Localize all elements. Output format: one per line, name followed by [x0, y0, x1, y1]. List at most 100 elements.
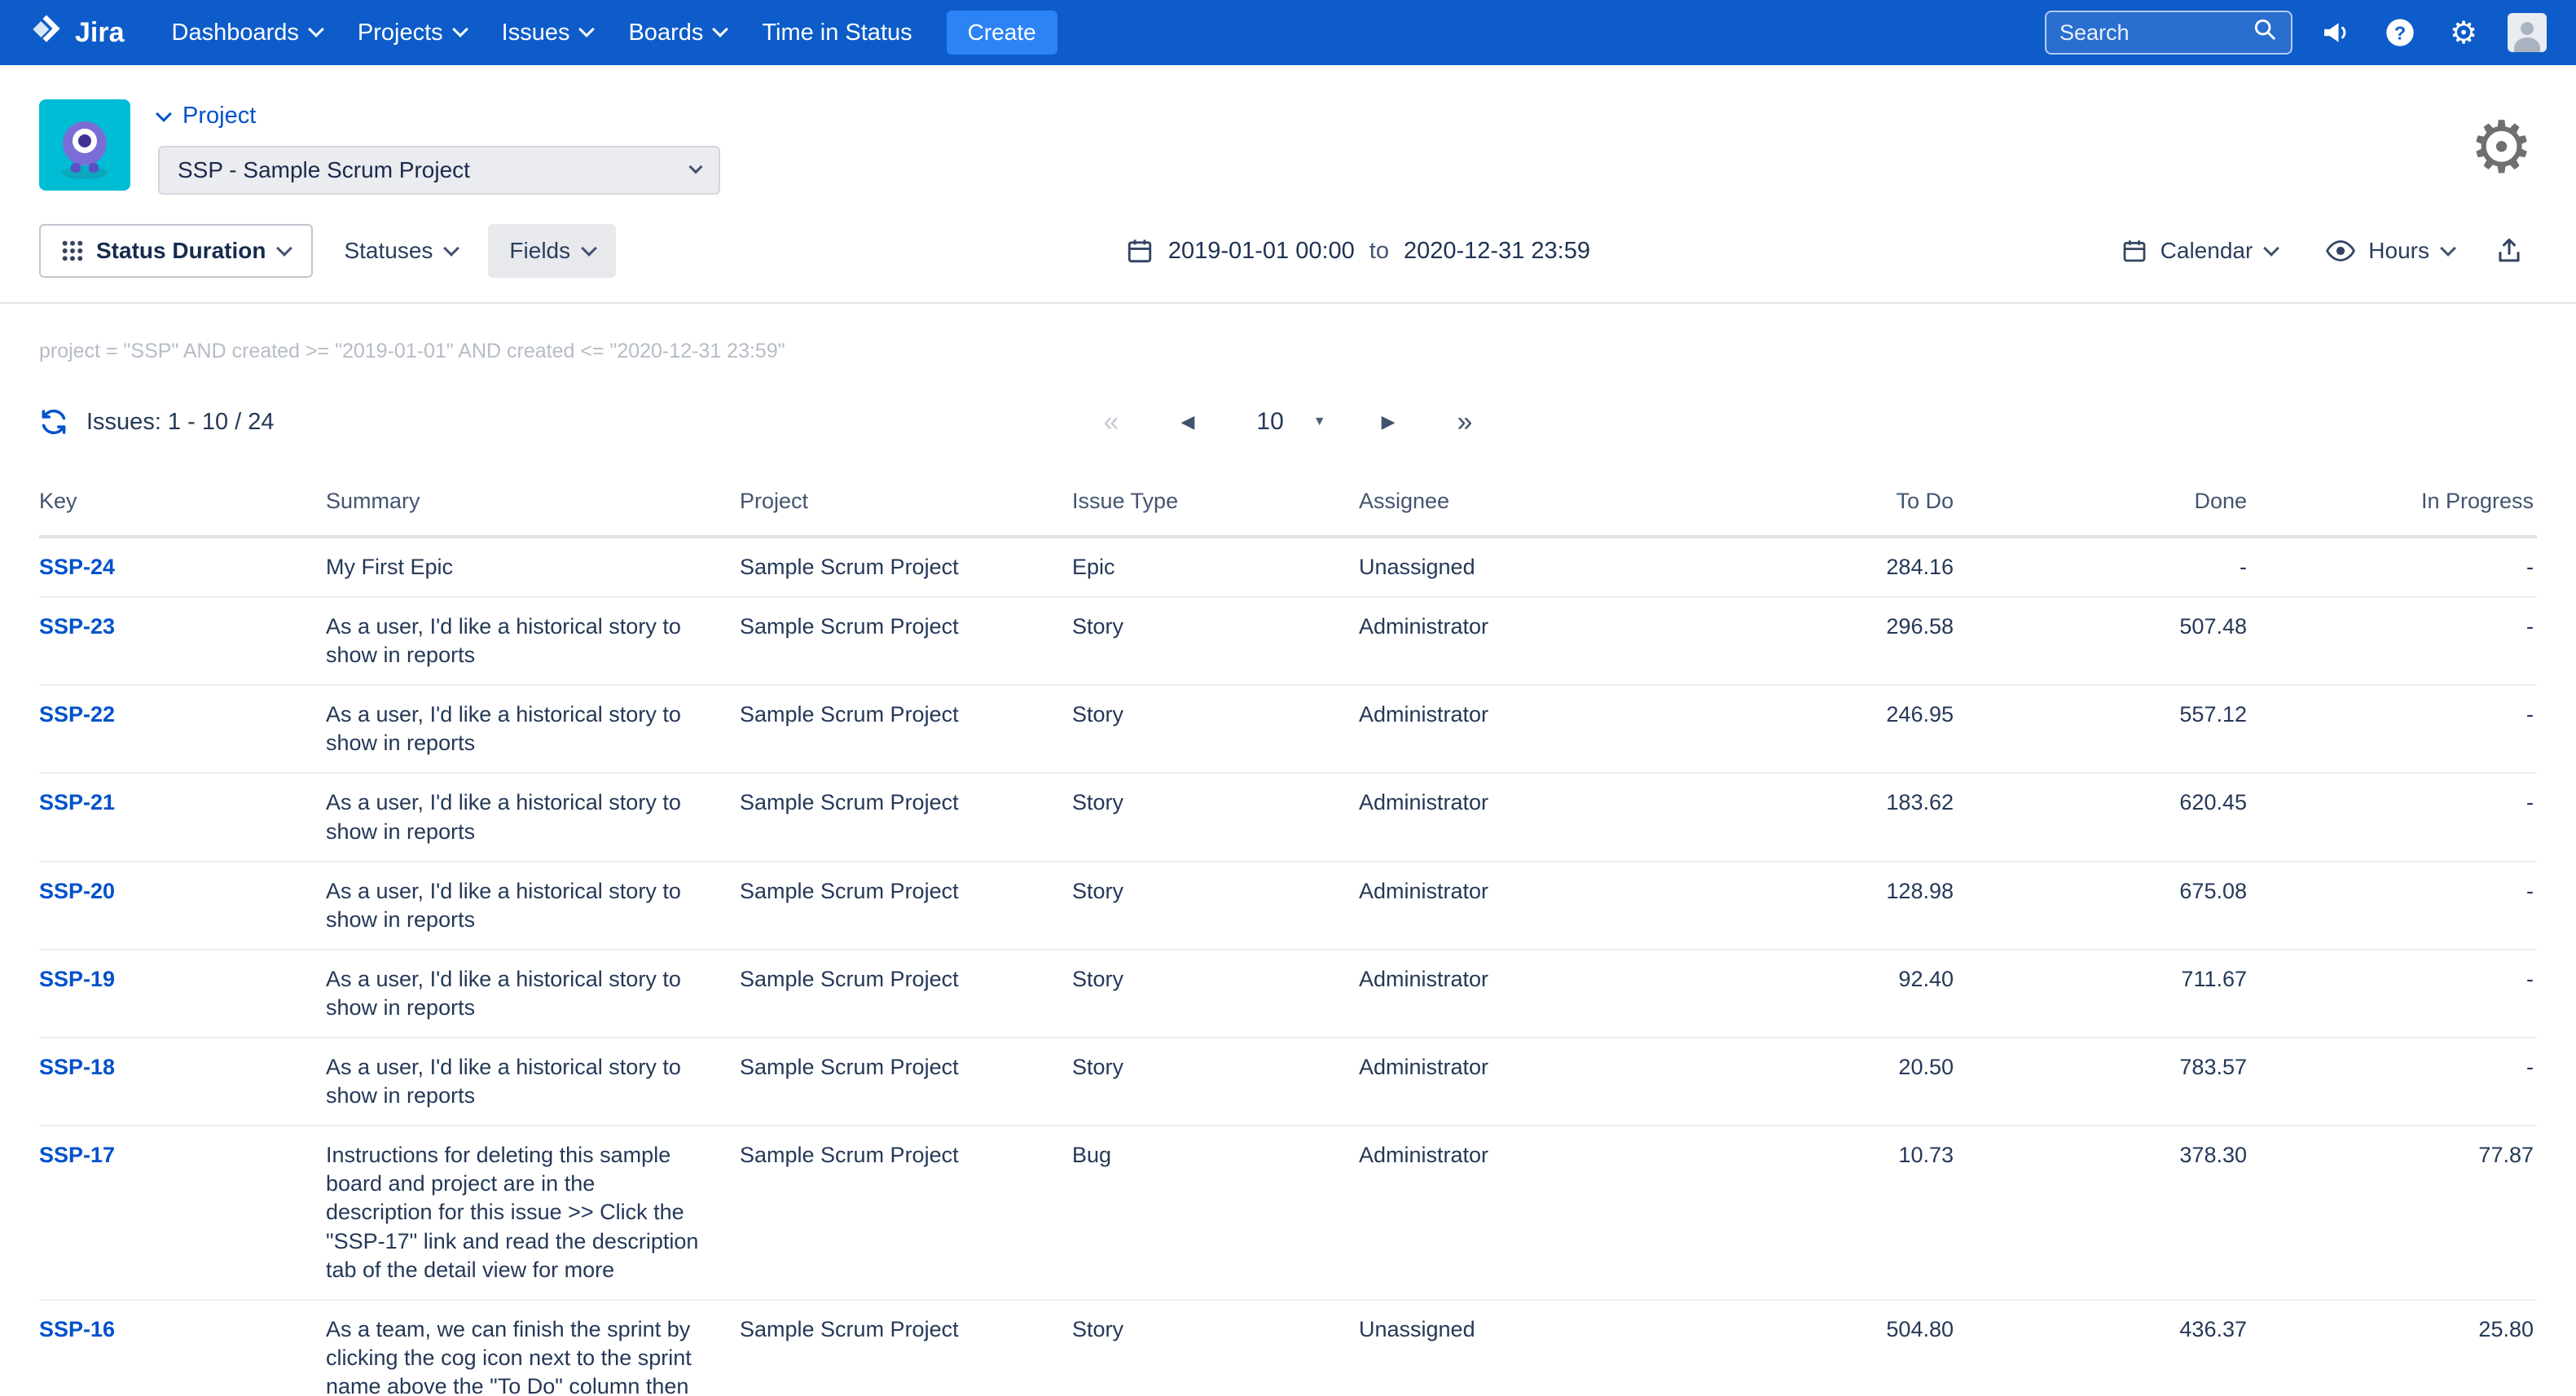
hours-button[interactable]: Hours [2305, 224, 2475, 278]
nav-item-dashboards[interactable]: Dashboards [154, 0, 340, 65]
issue-summary-cell: As a user, I'd like a historical story t… [326, 612, 740, 669]
pagination: « ◀ 10 ▼ ▶ » [1097, 406, 1479, 438]
issue-todo-value: 20.50 [1708, 1053, 1957, 1082]
issue-inprogress-value: - [2250, 965, 2537, 994]
table-row: SSP-21As a user, I'd like a historical s… [39, 774, 2537, 862]
previous-page-icon[interactable]: ◀ [1174, 411, 1201, 432]
results-bar: Issues: 1 - 10 / 24 « ◀ 10 ▼ ▶ » [0, 397, 2576, 446]
nav-item-boards[interactable]: Boards [610, 0, 744, 65]
report-type-button[interactable]: Status Duration [39, 224, 313, 278]
next-page-icon[interactable]: ▶ [1375, 411, 1402, 432]
issue-type-cell: Story [1072, 1053, 1359, 1082]
issue-done-value: 711.67 [1957, 965, 2250, 994]
issue-done-value: 620.45 [1957, 788, 2250, 817]
calendar-button[interactable]: Calendar [2100, 224, 2299, 278]
fields-label: Fields [509, 238, 570, 264]
search-icon [2252, 16, 2278, 49]
issue-project-cell: Sample Scrum Project [740, 700, 1072, 729]
issue-inprogress-value: - [2250, 788, 2537, 817]
issue-key-cell: SSP-17 [39, 1141, 326, 1170]
calendar-icon [2121, 238, 2147, 264]
help-icon[interactable]: ? [2380, 13, 2420, 52]
issue-assignee-cell: Administrator [1359, 788, 1708, 817]
issue-todo-value: 92.40 [1708, 965, 1957, 994]
report-settings-gear-icon[interactable]: ⚙ [2469, 112, 2534, 183]
page-size-value[interactable]: 10 [1250, 408, 1290, 436]
issue-key-link[interactable]: SSP-21 [39, 790, 115, 814]
issue-done-value: 557.12 [1957, 700, 2250, 729]
settings-gear-icon[interactable]: ⚙ [2444, 13, 2483, 52]
issue-key-cell: SSP-16 [39, 1315, 326, 1344]
issue-key-link[interactable]: SSP-20 [39, 879, 115, 903]
fields-button[interactable]: Fields [488, 224, 616, 278]
issue-todo-value: 284.16 [1708, 553, 1957, 582]
calendar-label: Calendar [2161, 238, 2253, 264]
nav-item-label: Dashboards [172, 20, 299, 46]
toolbar-right-group: Calendar Hours [2100, 224, 2537, 278]
export-icon[interactable] [2481, 224, 2537, 278]
hours-label: Hours [2368, 238, 2429, 264]
issue-type-cell: Bug [1072, 1141, 1359, 1170]
project-section-toggle[interactable]: Project [158, 103, 720, 130]
issue-project-cell: Sample Scrum Project [740, 788, 1072, 817]
column-header-in-progress: In Progress [2250, 489, 2537, 514]
issue-key-link[interactable]: SSP-18 [39, 1055, 115, 1079]
issue-inprogress-value: - [2250, 553, 2537, 582]
issue-key-link[interactable]: SSP-16 [39, 1317, 115, 1341]
nav-item-label: Time in Status [762, 20, 912, 46]
issue-key-link[interactable]: SSP-24 [39, 555, 115, 579]
refresh-icon[interactable] [39, 407, 68, 437]
first-page-icon[interactable]: « [1097, 406, 1126, 438]
table-row: SSP-24My First EpicSample Scrum ProjectE… [39, 538, 2537, 598]
search-input[interactable] [2059, 20, 2252, 46]
issue-assignee-cell: Administrator [1359, 965, 1708, 994]
issue-inprogress-value: - [2250, 612, 2537, 641]
issue-project-cell: Sample Scrum Project [740, 877, 1072, 906]
table-row: SSP-17Instructions for deleting this sam… [39, 1126, 2537, 1300]
issues-table-body: SSP-24My First EpicSample Scrum ProjectE… [39, 538, 2537, 1396]
issue-inprogress-value: - [2250, 700, 2537, 729]
nav-item-projects[interactable]: Projects [340, 0, 484, 65]
svg-text:?: ? [2394, 22, 2406, 43]
issue-assignee-cell: Administrator [1359, 877, 1708, 906]
project-select[interactable]: SSP - Sample Scrum Project [158, 146, 720, 195]
grid-icon [62, 240, 83, 261]
issue-project-cell: Sample Scrum Project [740, 1053, 1072, 1082]
user-avatar[interactable] [2508, 13, 2547, 52]
issue-key-link[interactable]: SSP-23 [39, 614, 115, 639]
issue-assignee-cell: Administrator [1359, 1141, 1708, 1170]
project-selector-group: Project SSP - Sample Scrum Project [158, 99, 720, 195]
calendar-icon [1126, 237, 1154, 265]
project-header: Project SSP - Sample Scrum Project ⚙ [0, 65, 2576, 211]
column-header-todo: To Do [1708, 489, 1957, 514]
chevron-down-icon [2440, 240, 2456, 257]
date-from[interactable]: 2019-01-01 00:00 [1168, 238, 1355, 265]
last-page-icon[interactable]: » [1451, 406, 1479, 438]
issue-key-link[interactable]: SSP-19 [39, 967, 115, 991]
issue-done-value: 783.57 [1957, 1053, 2250, 1082]
issue-assignee-cell: Administrator [1359, 700, 1708, 729]
issue-project-cell: Sample Scrum Project [740, 553, 1072, 582]
nav-right-group: ? ⚙ [2045, 11, 2547, 55]
issue-key-link[interactable]: SSP-22 [39, 702, 115, 727]
project-label: Project [182, 103, 256, 130]
issue-key-link[interactable]: SSP-17 [39, 1143, 115, 1167]
page-size-dropdown-icon[interactable]: ▼ [1313, 415, 1326, 429]
statuses-button[interactable]: Statuses [323, 224, 478, 278]
chevron-down-icon [2263, 240, 2279, 257]
search-box[interactable] [2045, 11, 2292, 55]
project-avatar [39, 99, 130, 191]
issues-table: Key Summary Project Issue Type Assignee … [0, 446, 2576, 1396]
table-row: SSP-22As a user, I'd like a historical s… [39, 686, 2537, 774]
nav-item-issues[interactable]: Issues [484, 0, 611, 65]
chevron-down-icon [581, 240, 597, 257]
top-navbar: Jira Dashboards Projects Issues Boards T… [0, 0, 2576, 65]
create-button[interactable]: Create [947, 11, 1057, 55]
jira-logo[interactable]: Jira [29, 12, 125, 54]
date-to[interactable]: 2020-12-31 23:59 [1404, 238, 1590, 265]
nav-item-time-in-status[interactable]: Time in Status [744, 0, 930, 65]
feedback-megaphone-icon[interactable] [2317, 13, 2356, 52]
issue-assignee-cell: Unassigned [1359, 1315, 1708, 1344]
column-header-summary: Summary [326, 489, 740, 514]
column-header-project: Project [740, 489, 1072, 514]
